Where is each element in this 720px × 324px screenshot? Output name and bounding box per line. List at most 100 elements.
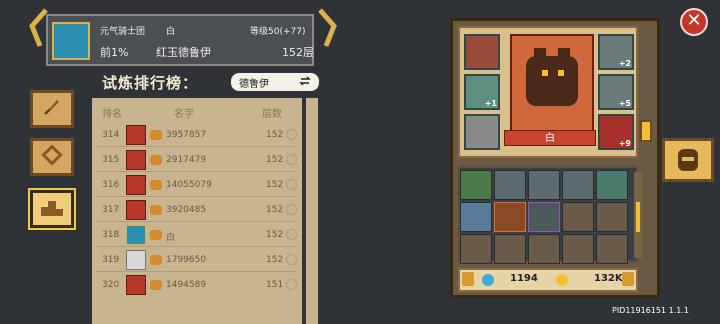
item-slot[interactable] xyxy=(460,202,492,232)
guild-name: 元气骑士团 xyxy=(100,27,146,37)
row-rank: 320 xyxy=(102,280,120,290)
swap-icon xyxy=(299,75,311,90)
magnifier-icon[interactable] xyxy=(286,279,297,290)
magnifier-icon[interactable] xyxy=(286,154,297,165)
ranking-title: 试炼排行榜： xyxy=(102,74,199,92)
player-id: PID11916151 1.1.1 xyxy=(612,306,689,315)
row-name: 3957857 xyxy=(166,130,207,140)
equip-slot-3[interactable]: +9 xyxy=(598,114,634,150)
magnifier-icon[interactable] xyxy=(286,179,297,190)
tab-feather[interactable] xyxy=(30,90,74,128)
row-rank: 318 xyxy=(102,230,120,240)
ranking-scrollbar[interactable] xyxy=(306,98,318,324)
magnifier-icon[interactable] xyxy=(286,129,297,140)
equip-badge: +5 xyxy=(618,99,631,108)
row-floor: 152 xyxy=(266,130,284,140)
equip-badge: +9 xyxy=(618,139,631,148)
player-name-short: 白 xyxy=(166,27,176,37)
pet-icon xyxy=(150,180,162,190)
pet-icon xyxy=(150,280,162,290)
empty-slot[interactable] xyxy=(596,234,628,264)
column-rank: 排名 xyxy=(102,109,122,120)
character-icon xyxy=(126,250,146,270)
class-filter-button[interactable]: 德鲁伊 xyxy=(230,72,320,92)
gold-count: 132K xyxy=(594,273,623,284)
tab-ranking[interactable] xyxy=(28,188,76,230)
player-avatar xyxy=(52,22,90,60)
empty-slot[interactable] xyxy=(562,234,594,264)
lock-icon[interactable] xyxy=(462,272,474,286)
character-icon xyxy=(126,225,146,245)
player-level: 等级50(+77) xyxy=(250,27,306,37)
table-row[interactable]: 315 2917479 152 xyxy=(96,149,297,172)
table-row[interactable]: 320 1494589 151 xyxy=(96,274,297,296)
row-rank: 314 xyxy=(102,130,120,140)
empty-slot[interactable] xyxy=(528,234,560,264)
diamond-icon xyxy=(41,144,63,170)
table-row[interactable]: 314 3957857 152 xyxy=(96,124,297,147)
character-icon xyxy=(126,125,146,145)
tab-diamond[interactable] xyxy=(30,138,74,176)
equip-slot-2[interactable]: +5 xyxy=(598,74,634,110)
inventory-scroll-thumb[interactable] xyxy=(636,202,640,232)
class-filter-label: 德鲁伊 xyxy=(239,78,269,90)
close-icon: ✕ xyxy=(686,10,702,31)
pet-icon xyxy=(150,205,162,215)
equip-badge: +1 xyxy=(484,99,497,108)
magnifier-icon[interactable] xyxy=(286,229,297,240)
weapon-slot[interactable] xyxy=(562,170,594,200)
row-name: 2917479 xyxy=(166,155,207,165)
row-rank: 317 xyxy=(102,205,120,215)
bear-icon xyxy=(526,48,578,106)
equip-slot-helmet[interactable] xyxy=(464,34,500,70)
row-name: 1799650 xyxy=(166,255,207,265)
podium-icon xyxy=(40,197,64,221)
item-slot[interactable] xyxy=(494,202,526,232)
gem-icon xyxy=(482,274,494,286)
item-slot[interactable] xyxy=(528,202,560,232)
character-name: 白 xyxy=(504,130,596,146)
pet-icon xyxy=(150,230,162,240)
empty-slot[interactable] xyxy=(460,234,492,264)
tab-helmet[interactable] xyxy=(662,138,714,182)
weapon-slot[interactable] xyxy=(596,170,628,200)
row-floor: 152 xyxy=(266,205,284,215)
grid-icon[interactable] xyxy=(622,272,634,286)
equip-slot-1[interactable]: +2 xyxy=(598,34,634,70)
close-button[interactable]: ✕ xyxy=(680,8,708,36)
row-floor: 151 xyxy=(266,280,284,290)
floor-count: 152层 xyxy=(282,46,314,59)
equip-badge: +2 xyxy=(618,59,631,68)
feather-icon xyxy=(41,96,63,122)
empty-slot[interactable] xyxy=(562,202,594,232)
empty-slot[interactable] xyxy=(494,234,526,264)
empty-slot[interactable] xyxy=(596,202,628,232)
character-icon xyxy=(126,175,146,195)
gem-count: 1194 xyxy=(510,273,538,284)
magnifier-icon[interactable] xyxy=(286,204,297,215)
equip-slot-locked[interactable] xyxy=(464,114,500,150)
row-floor: 152 xyxy=(266,255,284,265)
row-name: 白 xyxy=(166,233,176,243)
coin-icon xyxy=(556,274,568,286)
character-icon xyxy=(126,150,146,170)
row-name: 14055079 xyxy=(166,180,212,190)
pet-icon xyxy=(150,255,162,265)
character-icon xyxy=(126,275,146,295)
table-row[interactable]: 318 白 152 xyxy=(96,224,297,247)
collapse-button[interactable] xyxy=(640,120,652,142)
weapon-slot[interactable] xyxy=(528,170,560,200)
row-floor: 152 xyxy=(266,230,284,240)
character-icon xyxy=(126,200,146,220)
magnifier-icon[interactable] xyxy=(286,254,297,265)
table-row[interactable]: 319 1799650 152 xyxy=(96,249,297,272)
column-name: 名字 xyxy=(174,109,194,120)
table-row[interactable]: 317 3920485 152 xyxy=(96,199,297,222)
table-row[interactable]: 316 14055079 152 xyxy=(96,174,297,197)
row-name: 3920485 xyxy=(166,205,207,215)
equip-slot-armor[interactable]: +1 xyxy=(464,74,500,110)
laurel-right-icon xyxy=(318,8,337,47)
row-rank: 319 xyxy=(102,255,120,265)
weapon-slot[interactable] xyxy=(460,170,492,200)
weapon-slot[interactable] xyxy=(494,170,526,200)
